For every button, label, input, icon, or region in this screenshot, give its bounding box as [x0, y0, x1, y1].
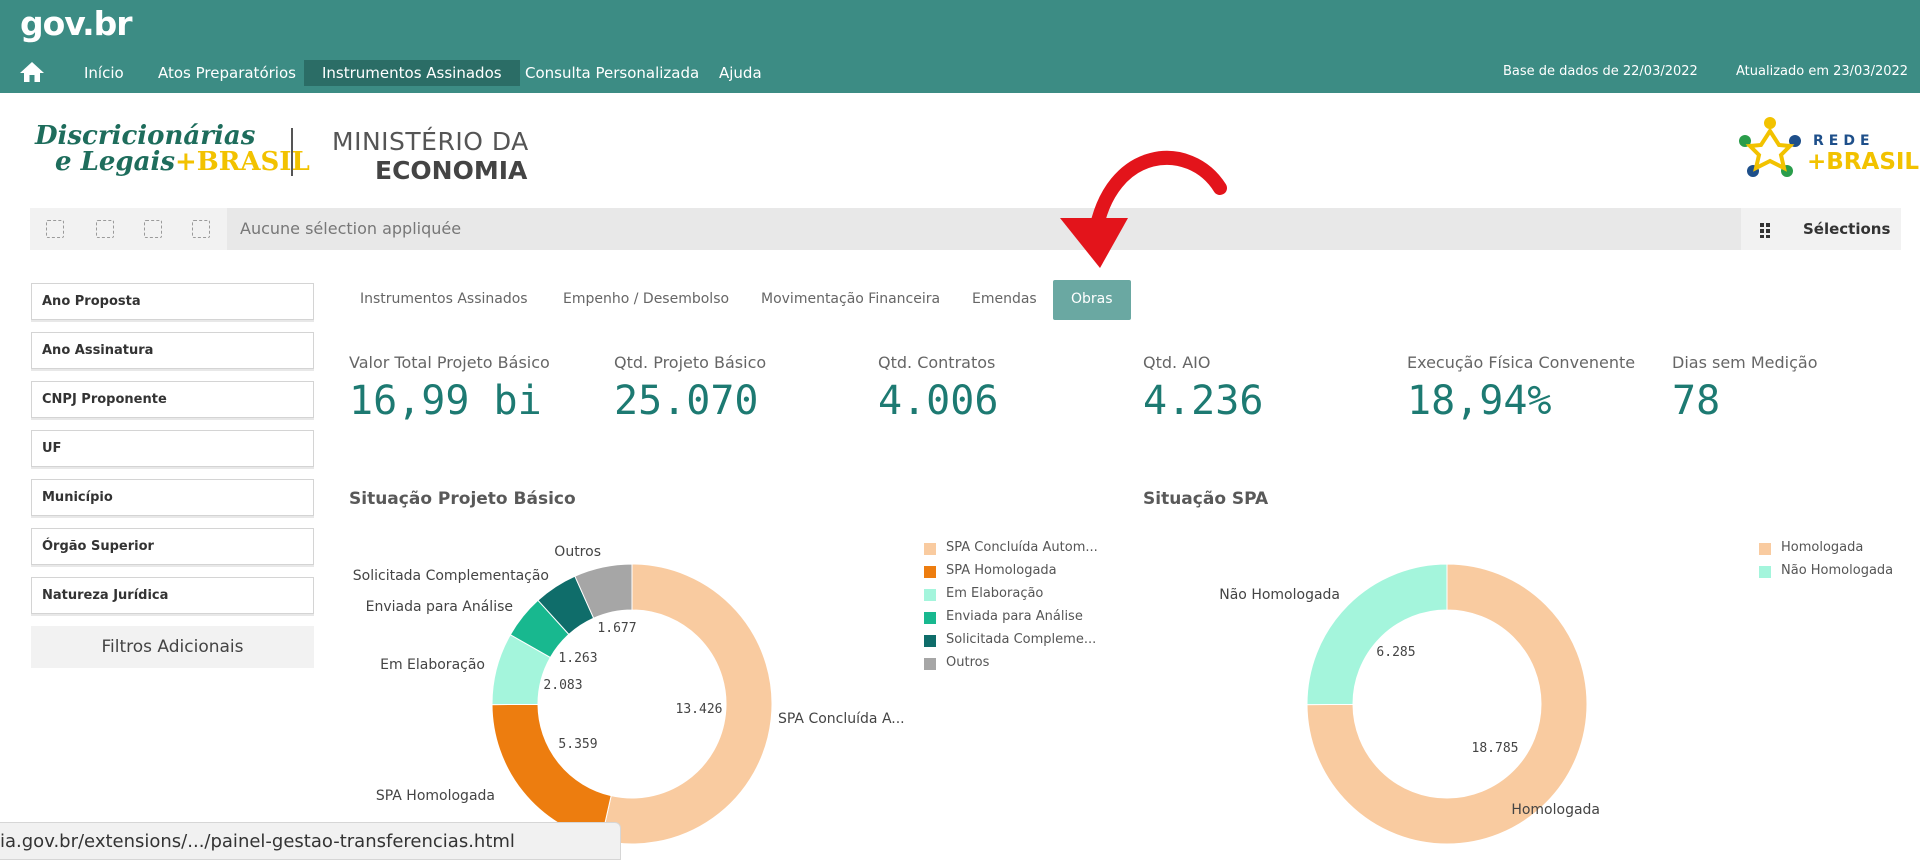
slice-value: 1.263 — [558, 651, 597, 666]
filter-ano-assinatura[interactable]: Ano Assinatura — [31, 332, 314, 369]
slice-label: Em Elaboração — [380, 657, 485, 673]
home-icon[interactable] — [18, 60, 46, 84]
donut-slice[interactable] — [600, 563, 773, 845]
slice-value: 5.359 — [558, 737, 597, 752]
selections-grid-icon — [1760, 223, 1770, 238]
donut-slice[interactable] — [574, 563, 633, 619]
kpi-qtd-aio: Qtd. AIO 4.236 — [1143, 353, 1264, 424]
rede-brasil-logo: REDE +BRASIL — [1735, 113, 1919, 183]
slice-value: 1.677 — [597, 621, 636, 636]
slice-value: 2.083 — [543, 678, 582, 693]
filter-panel: Ano Proposta Ano Assinatura CNPJ Propone… — [31, 283, 314, 668]
tab-instrumentos-assinados[interactable]: Instrumentos Assinados — [360, 280, 528, 320]
donut-slice[interactable] — [1306, 563, 1448, 706]
filtros-adicionais-button[interactable]: Filtros Adicionais — [31, 626, 314, 668]
kpi-qtd-projeto-basico: Qtd. Projeto Básico 25.070 — [614, 353, 767, 424]
tab-obras[interactable]: Obras — [1053, 280, 1131, 320]
filter-cnpj-proponente[interactable]: CNPJ Proponente — [31, 381, 314, 418]
slice-label: Homologada — [1511, 802, 1600, 818]
nav-ajuda[interactable]: Ajuda — [713, 60, 768, 86]
status-url: ia.gov.br/extensions/.../painel-gestao-t… — [0, 831, 515, 852]
tab-emendas[interactable]: Emendas — [972, 280, 1037, 320]
filter-uf[interactable]: UF — [31, 430, 314, 467]
slice-label: Não Homologada — [1219, 587, 1340, 603]
selection-status: Aucune sélection appliquée — [240, 219, 462, 238]
clear-selections-icon[interactable] — [192, 220, 210, 238]
chart-title-projeto-basico: Situação Projeto Básico — [349, 489, 576, 509]
smart-search-icon[interactable] — [46, 220, 64, 238]
tab-empenho-desembolso[interactable]: Empenho / Desembolso — [563, 280, 729, 320]
browser-status-bar: ia.gov.br/extensions/.../painel-gestao-t… — [0, 822, 621, 860]
slice-label: SPA Homologada — [376, 788, 495, 804]
step-forward-icon[interactable] — [144, 220, 162, 238]
filter-ano-proposta[interactable]: Ano Proposta — [31, 283, 314, 320]
slice-value: 13.426 — [676, 702, 723, 717]
donut-slice[interactable] — [537, 575, 595, 636]
donut-slice[interactable] — [1306, 563, 1588, 845]
kpi-valor-total: Valor Total Projeto Básico 16,99 bi — [349, 353, 550, 424]
top-navigation-bar: gov.br Início Atos Preparatórios Instrum… — [0, 0, 1920, 93]
slice-value: 18.785 — [1472, 741, 1519, 756]
discricionarias-logo: Discricionárias e Legais+BRASIL — [35, 121, 310, 177]
base-dados-date: Base de dados de 22/03/2022 — [1503, 64, 1698, 79]
donut-slice[interactable] — [491, 703, 612, 842]
kpi-dias-sem-medicao: Dias sem Medição 78 — [1672, 353, 1818, 424]
kpi-qtd-contratos: Qtd. Contratos 4.006 — [878, 353, 999, 424]
filter-natureza-juridica[interactable]: Natureza Jurídica — [31, 577, 314, 614]
nav-consulta-personalizada[interactable]: Consulta Personalizada — [519, 60, 705, 86]
brand-row: Discricionárias e Legais+BRASIL MINISTÉR… — [0, 93, 1920, 208]
slice-label: Solicitada Complementação — [353, 568, 549, 584]
ministerio-economia-logo: MINISTÉRIO DA ECONOMIA — [332, 127, 529, 185]
slice-label: Outros — [554, 544, 601, 560]
slice-value: 6.285 — [1376, 645, 1415, 660]
selections-button[interactable]: Sélections — [1741, 208, 1901, 250]
chart-title-situacao-spa: Situação SPA — [1143, 489, 1269, 509]
red-arrow-annotation — [1060, 151, 1227, 268]
filter-municipio[interactable]: Município — [31, 479, 314, 516]
nav-atos-preparatorios[interactable]: Atos Preparatórios — [152, 60, 302, 86]
selection-tools — [30, 208, 227, 250]
brand-divider — [291, 128, 293, 176]
govbr-logo[interactable]: gov.br — [20, 4, 133, 43]
slice-label: SPA Concluída A... — [778, 711, 905, 727]
donut-slice[interactable] — [509, 599, 570, 659]
step-back-icon[interactable] — [96, 220, 114, 238]
slice-label: Enviada para Análise — [366, 599, 513, 615]
nav-instrumentos-assinados[interactable]: Instrumentos Assinados — [304, 60, 520, 86]
tab-movimentacao-financeira[interactable]: Movimentação Financeira — [761, 280, 940, 320]
selection-bar: Aucune sélection appliquée Sélections — [30, 208, 1901, 250]
nav-inicio[interactable]: Início — [78, 60, 130, 86]
updated-date: Atualizado em 23/03/2022 — [1736, 64, 1909, 79]
donut-slice[interactable] — [491, 634, 551, 706]
filter-orgao-superior[interactable]: Órgão Superior — [31, 528, 314, 565]
rede-star-icon — [1739, 117, 1801, 177]
kpi-execucao-fisica: Execução Física Convenente 18,94% — [1407, 353, 1636, 424]
